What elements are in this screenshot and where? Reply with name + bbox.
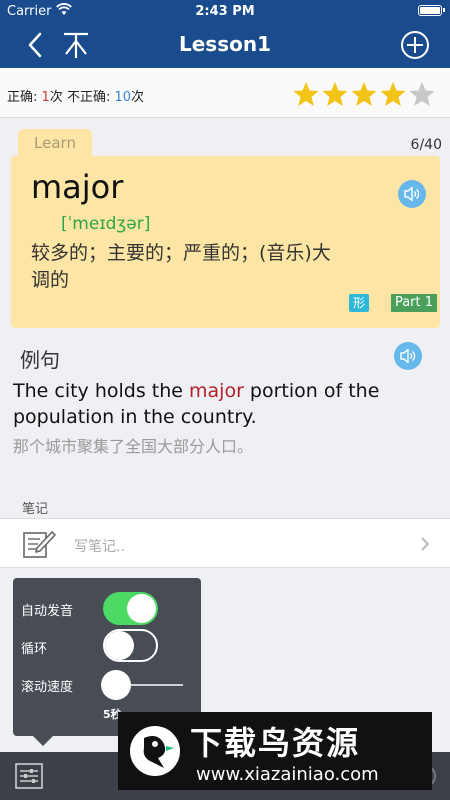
loop-label: 循环 bbox=[21, 642, 48, 657]
nav-bar: Lesson1 bbox=[0, 22, 450, 68]
correct-count: 1 bbox=[41, 90, 50, 105]
add-circle-icon[interactable] bbox=[400, 30, 430, 60]
word-text: major bbox=[31, 168, 124, 206]
notes-label: 笔记 bbox=[22, 502, 49, 517]
star-filled-icon[interactable] bbox=[292, 81, 320, 107]
example-highlight-word: major bbox=[189, 380, 244, 402]
learn-tab[interactable]: Learn bbox=[18, 129, 92, 159]
phonetic-text: [ˈmeɪdʒər] bbox=[61, 214, 151, 234]
star-rating[interactable] bbox=[292, 81, 436, 107]
loop-toggle[interactable] bbox=[103, 629, 158, 662]
star-filled-icon[interactable] bbox=[321, 81, 349, 107]
example-sentence-zh: 那个城市聚集了全国大部分人口。 bbox=[13, 437, 254, 456]
chevron-right-icon bbox=[421, 537, 430, 551]
answer-stats: 正确: 1次 不正确: 10次 bbox=[7, 90, 145, 105]
watermark-url: www.xiazainiao.com bbox=[196, 764, 379, 785]
example-speaker-icon[interactable] bbox=[394, 342, 422, 370]
watermark-title: 下载鸟资源 bbox=[190, 724, 361, 762]
auto-play-label: 自动发音 bbox=[21, 604, 74, 619]
part-badge: Part 1 bbox=[391, 294, 437, 312]
settings-sliders-icon[interactable] bbox=[14, 762, 44, 790]
notes-placeholder: 写笔记.. bbox=[74, 539, 125, 555]
speed-label: 滚动速度 bbox=[21, 680, 74, 695]
bird-logo-icon bbox=[130, 726, 180, 776]
progress-counter: 6/40 bbox=[410, 137, 442, 153]
word-meaning: 较多的；主要的；严重的；(音乐)大调的 bbox=[31, 242, 331, 291]
battery-icon bbox=[418, 5, 445, 16]
star-empty-icon[interactable] bbox=[408, 81, 436, 107]
toggle-knob bbox=[127, 594, 156, 623]
part-of-speech-badge: 形 bbox=[349, 294, 369, 312]
auto-play-toggle[interactable] bbox=[103, 592, 158, 625]
example-sentence-en: The city holds the major portion of the … bbox=[13, 380, 380, 428]
page-title: Lesson1 bbox=[178, 32, 271, 56]
toggle-knob bbox=[105, 631, 134, 660]
watermark-overlay: 下载鸟资源 www.xiazainiao.com bbox=[118, 712, 432, 790]
note-pencil-icon bbox=[23, 531, 56, 558]
example-heading: 例句 bbox=[20, 348, 60, 372]
notes-row[interactable]: 写笔记.. bbox=[0, 518, 450, 568]
wrong-count: 10 bbox=[114, 90, 131, 105]
word-card: major [ˈmeɪdʒər] 较多的；主要的；严重的；(音乐)大调的 形 P… bbox=[11, 156, 440, 328]
star-filled-icon[interactable] bbox=[350, 81, 378, 107]
clock: 2:43 PM bbox=[195, 4, 255, 19]
status-bar: Carrier 2:43 PM bbox=[0, 0, 450, 22]
star-filled-icon[interactable] bbox=[379, 81, 407, 107]
word-speaker-icon[interactable] bbox=[398, 180, 426, 208]
stats-bar: 正确: 1次 不正确: 10次 bbox=[0, 68, 450, 118]
speed-slider-knob[interactable] bbox=[101, 670, 131, 700]
